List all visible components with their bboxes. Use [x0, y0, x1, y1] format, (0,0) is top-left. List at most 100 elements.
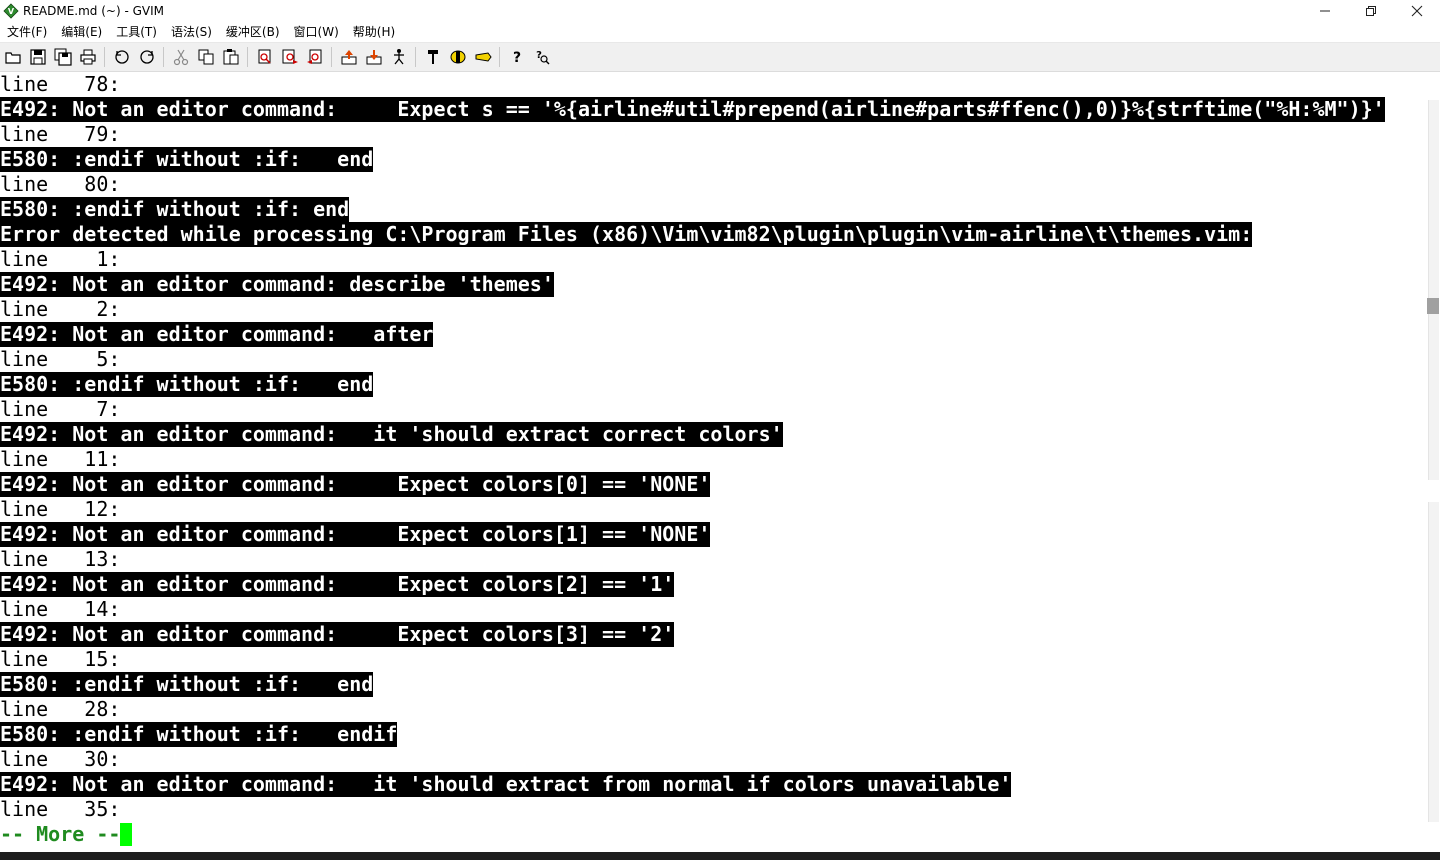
error-message-line: E580: :endif without :if: end	[0, 672, 1426, 697]
taskbar-strip	[0, 852, 1440, 860]
save-button[interactable]	[27, 46, 49, 68]
editor-area[interactable]: line 78: E492: Not an editor command: Exp…	[0, 72, 1426, 852]
print-button[interactable]	[77, 46, 99, 68]
shell-button[interactable]	[447, 46, 469, 68]
cut-button[interactable]	[170, 46, 192, 68]
error-message-line: E580: :endif without :if: end	[0, 197, 1426, 222]
line-number-line: line 80:	[0, 172, 121, 196]
copy-icon	[198, 49, 213, 65]
error-message-line: E492: Not an editor command: Expect colo…	[0, 472, 1426, 497]
find-prev-icon	[306, 49, 321, 64]
minimize-button[interactable]	[1302, 0, 1348, 22]
toolbar-separator	[331, 47, 332, 67]
error-message-text: E580: :endif without :if: end	[0, 197, 350, 222]
error-message-text: E492: Not an editor command: after	[0, 322, 434, 347]
error-message-line: E580: :endif without :if: endif	[0, 722, 1426, 747]
menu-help[interactable]: 帮助(H)	[346, 22, 402, 42]
redo-button[interactable]	[136, 46, 158, 68]
error-message-text: E580: :endif without :if: end	[0, 372, 374, 397]
error-message-line: E492: Not an editor command: Expect s ==…	[0, 97, 1426, 122]
line-number-line: line 30:	[0, 747, 121, 771]
toolbar-separator	[163, 47, 164, 67]
line-number-line: line 2:	[0, 297, 121, 321]
line-number-line: line 28:	[0, 697, 121, 721]
toolbar-separator	[499, 47, 500, 67]
load-session-button[interactable]	[338, 46, 360, 68]
menu-window[interactable]: 窗口(W)	[287, 22, 346, 42]
help-icon: ?	[512, 50, 520, 66]
window-controls	[1302, 0, 1440, 22]
menu-edit[interactable]: 编辑(E)	[54, 22, 109, 42]
vertical-scrollbar[interactable]	[1426, 72, 1440, 852]
error-message-line: E492: Not an editor command: Expect colo…	[0, 522, 1426, 547]
error-message-line: E580: :endif without :if: end	[0, 147, 1426, 172]
load-session-icon	[341, 50, 356, 65]
undo-button[interactable]	[111, 46, 133, 68]
error-message-text: E492: Not an editor command: Expect colo…	[0, 622, 675, 647]
line-number-line: line 1:	[0, 247, 121, 271]
error-message-text: Error detected while processing C:\Progr…	[0, 222, 1253, 247]
find-next-button[interactable]	[279, 46, 301, 68]
error-message-line: E492: Not an editor command: it 'should …	[0, 772, 1426, 797]
make-icon	[427, 50, 438, 64]
find-help-button[interactable]: ?	[531, 46, 553, 68]
line-number-line: line 5:	[0, 347, 121, 371]
line-number-line: line 79:	[0, 122, 121, 146]
line-number-line: line 7:	[0, 397, 121, 421]
scrollbar-track-upper[interactable]	[1428, 100, 1439, 480]
shell-icon	[450, 50, 465, 64]
open-button[interactable]	[2, 46, 24, 68]
error-message-line: Error detected while processing C:\Progr…	[0, 222, 1426, 247]
vim-app-icon: V	[3, 3, 19, 19]
close-button[interactable]	[1394, 0, 1440, 22]
help-button[interactable]: ?	[506, 46, 528, 68]
save-all-icon	[54, 48, 72, 66]
find-replace-button[interactable]	[254, 46, 276, 68]
error-message-line: E492: Not an editor command: after	[0, 322, 1426, 347]
tags-button[interactable]	[472, 46, 494, 68]
menu-syntax[interactable]: 语法(S)	[164, 22, 219, 42]
error-message-text: E580: :endif without :if: endif	[0, 722, 398, 747]
menu-bar: 文件(F) 编辑(E) 工具(T) 语法(S) 缓冲区(B) 窗口(W) 帮助(…	[0, 22, 1440, 43]
save-all-button[interactable]	[52, 46, 74, 68]
error-message-line: E492: Not an editor command: describe 't…	[0, 272, 1426, 297]
line-number-line: line 11:	[0, 447, 121, 471]
error-message-line: E492: Not an editor command: it 'should …	[0, 422, 1426, 447]
more-prompt: -- More --	[0, 822, 1426, 847]
scrollbar-track-lower[interactable]	[1428, 502, 1439, 822]
find-prev-button[interactable]	[304, 46, 326, 68]
error-message-line: E492: Not an editor command: Expect colo…	[0, 572, 1426, 597]
error-message-text: E492: Not an editor command: it 'should …	[0, 772, 1012, 797]
line-number-line: line 78:	[0, 72, 121, 96]
paste-icon	[223, 49, 238, 65]
error-message-text: E492: Not an editor command: Expect s ==…	[0, 97, 1385, 122]
error-message-text: E492: Not an editor command: Expect colo…	[0, 522, 711, 547]
line-number-line: line 14:	[0, 597, 121, 621]
cut-icon	[173, 49, 188, 66]
run-script-button[interactable]	[388, 46, 410, 68]
save-session-button[interactable]	[363, 46, 385, 68]
scrollbar-thumb[interactable]	[1427, 298, 1439, 314]
toolbar-separator	[415, 47, 416, 67]
tags-icon	[475, 52, 492, 62]
maximize-button[interactable]	[1348, 0, 1394, 22]
open-icon	[4, 52, 21, 64]
make-button[interactable]	[422, 46, 444, 68]
menu-buffers[interactable]: 缓冲区(B)	[219, 22, 287, 42]
svg-text:?: ?	[512, 50, 520, 66]
close-icon	[1411, 5, 1423, 17]
run-script-icon	[393, 49, 404, 65]
find-replace-icon	[258, 49, 271, 64]
menu-file[interactable]: 文件(F)	[0, 22, 54, 42]
save-icon	[29, 49, 46, 65]
line-number-line: line 15:	[0, 647, 121, 671]
window-title: README.md (~) - GVIM	[23, 4, 165, 18]
menu-tools[interactable]: 工具(T)	[109, 22, 164, 42]
copy-button[interactable]	[195, 46, 217, 68]
toolbar: ? ?	[0, 43, 1440, 72]
toolbar-separator	[247, 47, 248, 67]
line-number-line: line 12:	[0, 497, 121, 521]
error-message-text: E492: Not an editor command: Expect colo…	[0, 472, 711, 497]
error-message-line: E492: Not an editor command: Expect colo…	[0, 622, 1426, 647]
paste-button[interactable]	[220, 46, 242, 68]
